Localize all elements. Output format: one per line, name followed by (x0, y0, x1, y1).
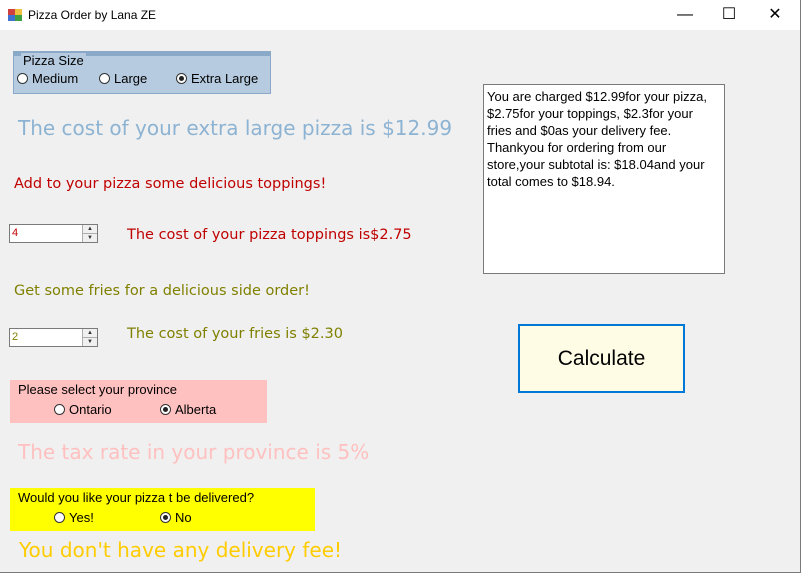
close-icon: ✕ (768, 6, 782, 23)
order-summary-textbox[interactable]: You are charged $12.99for your pizza, $2… (483, 84, 725, 274)
radio-no-indicator[interactable] (160, 512, 171, 523)
toppings-stepper[interactable]: 4 ▲ ▼ (9, 224, 98, 243)
radio-alberta-indicator[interactable] (160, 404, 171, 415)
maximize-icon: ☐ (721, 6, 737, 23)
toppings-stepper-value[interactable]: 4 (12, 227, 18, 239)
maximize-button[interactable]: ☐ (706, 0, 752, 30)
radio-large-label: Large (114, 71, 148, 86)
minimize-icon: — (677, 6, 693, 23)
fries-up-icon[interactable]: ▲ (83, 329, 97, 337)
fries-down-icon[interactable]: ▼ (83, 337, 97, 346)
delivery-group: Would you like your pizza t be delivered… (10, 488, 315, 531)
delivery-legend: Would you like your pizza t be delivered… (18, 490, 255, 505)
radio-medium[interactable]: Medium (17, 71, 78, 86)
radio-large[interactable]: Large (99, 71, 147, 86)
window-title: Pizza Order by Lana ZE (28, 8, 157, 22)
app-icon (8, 9, 22, 21)
radio-no-label: No (175, 510, 192, 525)
app-window: Pizza Order by Lana ZE — ☐ ✕ Pizza Size … (0, 0, 801, 573)
title-bar: Pizza Order by Lana ZE — ☐ ✕ (0, 0, 800, 30)
radio-ontario-indicator[interactable] (54, 404, 65, 415)
radio-yes[interactable]: Yes! (54, 510, 94, 525)
radio-extra-large-label: Extra Large (191, 71, 259, 86)
radio-extra-large-indicator[interactable] (176, 73, 187, 84)
fries-cost-text: The cost of your fries is $2.30 (127, 326, 343, 342)
radio-extra-large[interactable]: Extra Large (176, 71, 258, 86)
toppings-cost-text: The cost of your pizza toppings is$2.75 (127, 227, 412, 243)
fries-prompt: Get some fries for a delicious side orde… (14, 283, 310, 299)
pizza-size-group: Pizza Size Medium Large Extra Large (13, 51, 271, 94)
tax-rate-text: The tax rate in your province is 5% (18, 440, 370, 464)
fries-stepper[interactable]: 2 ▲ ▼ (9, 328, 98, 347)
radio-yes-label: Yes! (69, 510, 94, 525)
fries-stepper-value[interactable]: 2 (12, 331, 18, 343)
province-legend: Please select your province (18, 382, 177, 397)
toppings-up-icon[interactable]: ▲ (83, 225, 97, 233)
close-button[interactable]: ✕ (752, 0, 798, 30)
radio-medium-indicator[interactable] (17, 73, 28, 84)
radio-large-indicator[interactable] (99, 73, 110, 84)
calculate-button[interactable]: Calculate (518, 324, 685, 393)
radio-yes-indicator[interactable] (54, 512, 65, 523)
radio-ontario[interactable]: Ontario (54, 402, 112, 417)
radio-no[interactable]: No (160, 510, 192, 525)
delivery-fee-text: You don't have any delivery fee! (19, 538, 343, 562)
radio-ontario-label: Ontario (69, 402, 112, 417)
toppings-down-icon[interactable]: ▼ (83, 233, 97, 242)
radio-alberta[interactable]: Alberta (160, 402, 216, 417)
province-group: Please select your province Ontario Albe… (10, 380, 267, 423)
minimize-button[interactable]: — (662, 0, 708, 30)
pizza-size-legend: Pizza Size (21, 53, 86, 68)
radio-alberta-label: Alberta (175, 402, 217, 417)
toppings-prompt: Add to your pizza some delicious topping… (14, 176, 327, 192)
pizza-cost-text: The cost of your extra large pizza is $1… (18, 116, 453, 140)
radio-medium-label: Medium (32, 71, 79, 86)
